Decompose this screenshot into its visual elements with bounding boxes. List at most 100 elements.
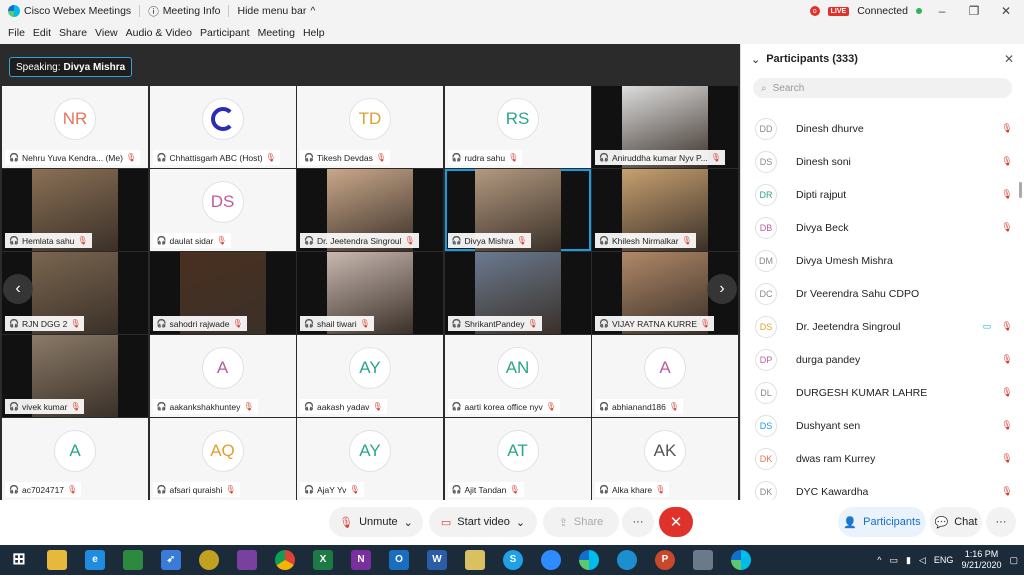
share-button[interactable]: ⇪ Share bbox=[543, 507, 619, 537]
minimize-icon[interactable]: – bbox=[930, 4, 954, 18]
prev-page-arrow-icon[interactable]: ‹ bbox=[3, 274, 33, 304]
onenote-icon[interactable]: N bbox=[342, 545, 380, 575]
participant-row[interactable]: DB Divya Beck 🎙 bbox=[741, 211, 1021, 244]
store-icon[interactable] bbox=[114, 545, 152, 575]
word-icon[interactable]: W bbox=[418, 545, 456, 575]
leave-meeting-button[interactable]: ✕ bbox=[659, 507, 693, 537]
tray-chevron-icon[interactable]: ^ bbox=[877, 555, 881, 565]
edge-icon[interactable] bbox=[608, 545, 646, 575]
participant-tile[interactable]: 🎧 sahodri rajwade 🎙 bbox=[149, 252, 296, 334]
participant-row[interactable]: DP durga pandey 🎙 bbox=[741, 343, 1021, 376]
participant-tile[interactable]: 🎧 shail tiwari 🎙 bbox=[297, 252, 443, 334]
participant-tile[interactable]: AN 🎧 aarti korea office nyv 🎙 bbox=[444, 335, 591, 417]
paint-icon[interactable] bbox=[228, 545, 266, 575]
participant-tile[interactable]: AT 🎧 Ajit Tandan 🎙 bbox=[444, 418, 591, 500]
mic-muted-icon: 🎙 bbox=[527, 319, 538, 328]
zoom-icon[interactable] bbox=[532, 545, 570, 575]
chat-label: Chat bbox=[954, 516, 978, 528]
menu-share[interactable]: Share bbox=[55, 27, 91, 39]
media-player-icon[interactable] bbox=[190, 545, 228, 575]
participant-tile[interactable]: 🎧 Divya Mishra 🎙 bbox=[444, 169, 591, 251]
scrollbar[interactable] bbox=[1019, 182, 1022, 198]
folder-icon[interactable] bbox=[456, 545, 494, 575]
participant-tile[interactable]: AQ 🎧 afsari quraishi 🎙 bbox=[149, 418, 296, 500]
participant-row[interactable]: DS Dr. Jeetendra Singroul ▭ 🎙 bbox=[741, 310, 1021, 343]
close-window-icon[interactable]: ✕ bbox=[994, 4, 1018, 18]
language-indicator[interactable]: ENG bbox=[934, 555, 954, 565]
participant-tile[interactable]: TD 🎧 Tikesh Devdas 🎙 bbox=[297, 86, 443, 168]
calculator-icon[interactable] bbox=[684, 545, 722, 575]
chat-button[interactable]: 💬 Chat bbox=[930, 507, 982, 537]
participant-tile[interactable]: 🎧 ShrikantPandey 🎙 bbox=[444, 252, 591, 334]
restore-icon[interactable]: ❐ bbox=[962, 4, 986, 18]
webex-taskbar-icon[interactable] bbox=[570, 545, 608, 575]
avatar: DK bbox=[755, 447, 777, 470]
participant-row[interactable]: DM Divya Umesh Mishra bbox=[741, 244, 1021, 277]
menu-view[interactable]: View bbox=[91, 27, 122, 39]
chevron-down-icon[interactable]: ⌄ bbox=[751, 53, 760, 66]
mic-muted-icon: 🎙 bbox=[67, 485, 78, 494]
outlook-icon[interactable]: O bbox=[380, 545, 418, 575]
next-page-arrow-icon[interactable]: › bbox=[707, 274, 737, 304]
excel-icon[interactable]: X bbox=[304, 545, 342, 575]
chevron-down-icon[interactable]: ⌄ bbox=[404, 516, 413, 529]
file-explorer-icon[interactable] bbox=[38, 545, 76, 575]
participant-tile[interactable]: DS 🎧 daulat sidar 🎙 bbox=[149, 169, 296, 251]
more-options-button[interactable]: ··· bbox=[622, 507, 654, 537]
participant-row[interactable]: DS Dushyant sen 🎙 bbox=[741, 409, 1021, 442]
participant-row[interactable]: DL DURGESH KUMAR LAHRE 🎙 bbox=[741, 376, 1021, 409]
tile-name-label: 🎧 rudra sahu 🎙 bbox=[447, 150, 523, 165]
webex-active-icon[interactable] bbox=[722, 545, 760, 575]
clock[interactable]: 1:16 PM 9/21/2020 bbox=[961, 549, 1001, 571]
powerpoint-icon[interactable]: P bbox=[646, 545, 684, 575]
menu-file[interactable]: File bbox=[4, 27, 29, 39]
participant-tile[interactable]: A 🎧 ac7024717 🎙 bbox=[2, 418, 148, 500]
tile-name-label: 🎧 Hemlata sahu 🎙 bbox=[5, 233, 92, 248]
participant-tile[interactable]: AK 🎧 Alka khare 🎙 bbox=[592, 418, 738, 500]
participant-tile[interactable]: 🎧 Chhattisgarh ABC (Host) 🎙 bbox=[149, 86, 296, 168]
battery-icon[interactable]: ▭ bbox=[890, 555, 899, 566]
participant-row[interactable]: DD Dinesh dhurve 🎙 bbox=[741, 112, 1021, 145]
menu-meeting[interactable]: Meeting bbox=[254, 27, 299, 39]
participant-tile[interactable]: 🎧 Dr. Jeetendra Singroul 🎙 bbox=[297, 169, 443, 251]
menu-edit[interactable]: Edit bbox=[29, 27, 55, 39]
chevron-down-icon[interactable]: ⌄ bbox=[516, 516, 525, 529]
network-icon[interactable]: ▮ bbox=[906, 555, 911, 566]
participant-row[interactable]: DS Dinesh soni 🎙 bbox=[741, 145, 1021, 178]
participant-search-input[interactable]: ⌕ Search bbox=[753, 78, 1012, 98]
rocket-app-icon[interactable]: ➹ bbox=[152, 545, 190, 575]
participant-name: Dushyant sen bbox=[796, 419, 861, 432]
windows-start-icon[interactable]: ⊞ bbox=[0, 545, 38, 575]
notification-icon[interactable]: ▢ bbox=[1009, 555, 1018, 566]
participant-tile[interactable]: A 🎧 abhianand186 🎙 bbox=[592, 335, 738, 417]
unmute-button[interactable]: 🎙 Unmute ⌄ bbox=[329, 507, 423, 537]
participant-row[interactable]: DK dwas ram Kurrey 🎙 bbox=[741, 442, 1021, 475]
chrome-icon[interactable] bbox=[266, 545, 304, 575]
participant-tile[interactable]: AY 🎧 aakash yadav 🎙 bbox=[297, 335, 443, 417]
participant-tile[interactable]: 🎧 vivek kumar 🎙 bbox=[2, 335, 148, 417]
menu-audio-video[interactable]: Audio & Video bbox=[122, 27, 196, 39]
tile-name-label: 🎧 RJN DGG 2 🎙 bbox=[5, 316, 85, 331]
title-bar: Cisco Webex Meetings ⓘ Meeting Info Hide… bbox=[0, 0, 1024, 22]
participants-button[interactable]: 👤 Participants bbox=[838, 507, 926, 537]
participant-tile[interactable]: 🎧 Aniruddha kumar Nyv P... 🎙 bbox=[592, 86, 738, 168]
ie-browser-icon[interactable]: e bbox=[76, 545, 114, 575]
skype-icon[interactable]: S bbox=[494, 545, 532, 575]
menu-participant[interactable]: Participant bbox=[196, 27, 254, 39]
participant-tile[interactable]: 🎧 Khilesh Nirmalkar 🎙 bbox=[592, 169, 738, 251]
panel-more-button[interactable]: ··· bbox=[986, 507, 1016, 537]
start-video-button[interactable]: ▭ Start video ⌄ bbox=[429, 507, 537, 537]
menu-help[interactable]: Help bbox=[299, 27, 329, 39]
participant-tile[interactable]: AY 🎧 AjaY Yv 🎙 bbox=[297, 418, 443, 500]
hide-menu-bar-button[interactable]: Hide menu bar ^ bbox=[229, 0, 323, 22]
participant-tile[interactable]: NR 🎧 Nehru Yuva Kendra... (Me) 🎙 bbox=[2, 86, 148, 168]
close-panel-icon[interactable]: ✕ bbox=[1004, 52, 1014, 66]
participant-tile[interactable]: RS 🎧 rudra sahu 🎙 bbox=[444, 86, 591, 168]
volume-icon[interactable]: ◁ bbox=[919, 555, 926, 566]
participant-tile[interactable]: 🎧 Hemlata sahu 🎙 bbox=[2, 169, 148, 251]
participant-row[interactable]: DR Dipti rajput 🎙 bbox=[741, 178, 1021, 211]
participant-row[interactable]: DC Dr Veerendra Sahu CDPO bbox=[741, 277, 1021, 310]
participant-tile[interactable]: A 🎧 aakankshakhuntey 🎙 bbox=[149, 335, 296, 417]
meeting-info-button[interactable]: ⓘ Meeting Info bbox=[140, 0, 228, 22]
avatar: AY bbox=[349, 347, 391, 389]
